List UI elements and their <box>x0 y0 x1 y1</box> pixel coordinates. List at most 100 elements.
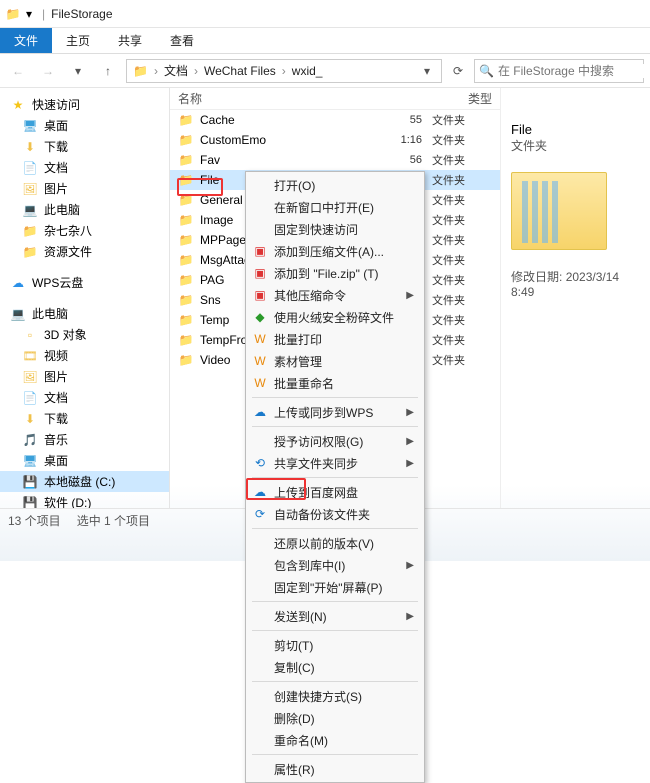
document-icon: 📄 <box>22 160 38 176</box>
nav-this-pc[interactable]: 💻此电脑 <box>0 303 169 324</box>
nav-downloads[interactable]: ⬇下载 <box>0 136 169 157</box>
ctx-batch-rename[interactable]: W批量重命名 <box>246 372 424 394</box>
ctx-batch-print[interactable]: W批量打印 <box>246 328 424 350</box>
separator <box>252 681 418 682</box>
nav-quick-access[interactable]: ★快速访问 <box>0 94 169 115</box>
preview-thumbnail <box>511 172 607 250</box>
folder-icon: 📁 <box>6 7 20 21</box>
ctx-add-archive[interactable]: ▣添加到压缩文件(A)... <box>246 240 424 262</box>
folder-time: 1:16 <box>366 134 426 146</box>
picture-icon: 🖼 <box>22 369 38 385</box>
nav-drive-c[interactable]: 💾本地磁盘 (C:) <box>0 471 169 492</box>
nav-documents2[interactable]: 📄文档 <box>0 387 169 408</box>
ctx-delete[interactable]: 删除(D) <box>246 707 424 729</box>
ctx-share-sync[interactable]: ⟲共享文件夹同步▶ <box>246 452 424 474</box>
ctx-other-zip[interactable]: ▣其他压缩命令▶ <box>246 284 424 306</box>
refresh-button[interactable]: ⟳ <box>448 64 468 78</box>
nav-downloads2[interactable]: ⬇下载 <box>0 408 169 429</box>
column-headers[interactable]: 名称 类型 <box>170 88 500 110</box>
folder-row[interactable]: 📁Cache55文件夹 <box>170 110 500 130</box>
folder-type: 文件夹 <box>432 212 492 228</box>
navigation-pane: ★快速访问 🖥桌面 ⬇下载 📄文档 🖼图片 💻此电脑 📁杂七杂八 📁资源文件 ☁… <box>0 88 170 508</box>
folder-row[interactable]: 📁CustomEmo1:16文件夹 <box>170 130 500 150</box>
crumb-root-icon[interactable]: 📁 <box>131 64 150 78</box>
nav-3d[interactable]: ▫3D 对象 <box>0 324 169 345</box>
nav-desktop2[interactable]: 🖥桌面 <box>0 450 169 471</box>
folder-icon: 📁 <box>178 312 194 328</box>
nav-music[interactable]: 🎵音乐 <box>0 429 169 450</box>
search-icon: 🔍 <box>479 64 494 78</box>
nav-desktop[interactable]: 🖥桌面 <box>0 115 169 136</box>
ctx-wps-sync[interactable]: ☁上传或同步到WPS▶ <box>246 401 424 423</box>
col-type[interactable]: 类型 <box>360 90 500 107</box>
nav-videos[interactable]: 🎞视频 <box>0 345 169 366</box>
ctx-rename[interactable]: 重命名(M) <box>246 729 424 751</box>
drive-icon: 💾 <box>22 495 38 509</box>
nav-misc[interactable]: 📁杂七杂八 <box>0 220 169 241</box>
ctx-properties[interactable]: 属性(R) <box>246 758 424 780</box>
ctx-open[interactable]: 打开(O) <box>246 174 424 196</box>
separator <box>252 397 418 398</box>
ctx-add-lib[interactable]: 包含到库中(I)▶ <box>246 554 424 576</box>
ctx-material[interactable]: W素材管理 <box>246 350 424 372</box>
download-icon: ⬇ <box>22 139 38 155</box>
tab-home[interactable]: 主页 <box>52 28 104 53</box>
folder-type: 文件夹 <box>432 272 492 288</box>
ctx-open-new[interactable]: 在新窗口中打开(E) <box>246 196 424 218</box>
ctx-shred[interactable]: ◆使用火绒安全粉碎文件 <box>246 306 424 328</box>
nav-wps-cloud[interactable]: ☁WPS云盘 <box>0 272 169 293</box>
folder-icon: 📁 <box>178 232 194 248</box>
nav-drive-d[interactable]: 💾软件 (D:) <box>0 492 169 508</box>
folder-type: 文件夹 <box>432 352 492 368</box>
preview-meta-label: 修改日期: <box>511 270 562 284</box>
nav-documents[interactable]: 📄文档 <box>0 157 169 178</box>
tab-share[interactable]: 共享 <box>104 28 156 53</box>
address-dropdown-icon[interactable]: ▾ <box>417 64 437 78</box>
folder-type: 文件夹 <box>432 252 492 268</box>
ctx-auto-backup[interactable]: ⟳自动备份该文件夹 <box>246 503 424 525</box>
chevron-right-icon: ▶ <box>406 611 414 622</box>
folder-icon: 📁 <box>178 172 194 188</box>
folder-type: 文件夹 <box>432 112 492 128</box>
nav-thispc-quick[interactable]: 💻此电脑 <box>0 199 169 220</box>
qat-icon[interactable]: ▾ <box>22 7 36 21</box>
picture-icon: 🖼 <box>22 181 38 197</box>
folder-type: 文件夹 <box>432 192 492 208</box>
archive-icon: ▣ <box>252 287 268 303</box>
crumb-2[interactable]: wxid_ <box>290 64 325 78</box>
nav-recent-button[interactable]: ▾ <box>66 59 90 83</box>
nav-forward-button[interactable]: → <box>36 59 60 83</box>
nav-back-button[interactable]: ← <box>6 59 30 83</box>
ctx-restore-ver[interactable]: 还原以前的版本(V) <box>246 532 424 554</box>
ctx-pin-start[interactable]: 固定到"开始"屏幕(P) <box>246 576 424 598</box>
folder-icon: 📁 <box>178 112 194 128</box>
ctx-baidu[interactable]: ☁上传到百度网盘 <box>246 481 424 503</box>
search-box[interactable]: 🔍 <box>474 59 644 83</box>
address-box[interactable]: 📁 › 文档 › WeChat Files › wxid_ ▾ <box>126 59 442 83</box>
chevron-right-icon: ▶ <box>406 436 414 447</box>
ctx-send-to[interactable]: 发送到(N)▶ <box>246 605 424 627</box>
col-name[interactable]: 名称 <box>170 90 360 107</box>
nav-resources[interactable]: 📁资源文件 <box>0 241 169 262</box>
folder-icon: 📁 <box>178 192 194 208</box>
archive-icon: ▣ <box>252 265 268 281</box>
folder-row[interactable]: 📁Fav56文件夹 <box>170 150 500 170</box>
ctx-copy[interactable]: 复制(C) <box>246 656 424 678</box>
ctx-pin-quick[interactable]: 固定到快速访问 <box>246 218 424 240</box>
folder-name: Image <box>200 213 233 227</box>
chevron-right-icon: ▶ <box>406 560 414 571</box>
ctx-shortcut[interactable]: 创建快捷方式(S) <box>246 685 424 707</box>
nav-pictures[interactable]: 🖼图片 <box>0 178 169 199</box>
crumb-1[interactable]: WeChat Files <box>202 64 278 78</box>
ctx-cut[interactable]: 剪切(T) <box>246 634 424 656</box>
tab-view[interactable]: 查看 <box>156 28 208 53</box>
nav-up-button[interactable]: ↑ <box>96 59 120 83</box>
ctx-add-zip[interactable]: ▣添加到 "File.zip" (T) <box>246 262 424 284</box>
folder-icon: 📁 <box>178 252 194 268</box>
ctx-grant-access[interactable]: 授予访问权限(G)▶ <box>246 430 424 452</box>
tab-file[interactable]: 文件 <box>0 28 52 53</box>
search-input[interactable] <box>498 64 650 78</box>
nav-pictures2[interactable]: 🖼图片 <box>0 366 169 387</box>
folder-icon: 📁 <box>178 332 194 348</box>
crumb-0[interactable]: 文档 <box>162 62 190 79</box>
